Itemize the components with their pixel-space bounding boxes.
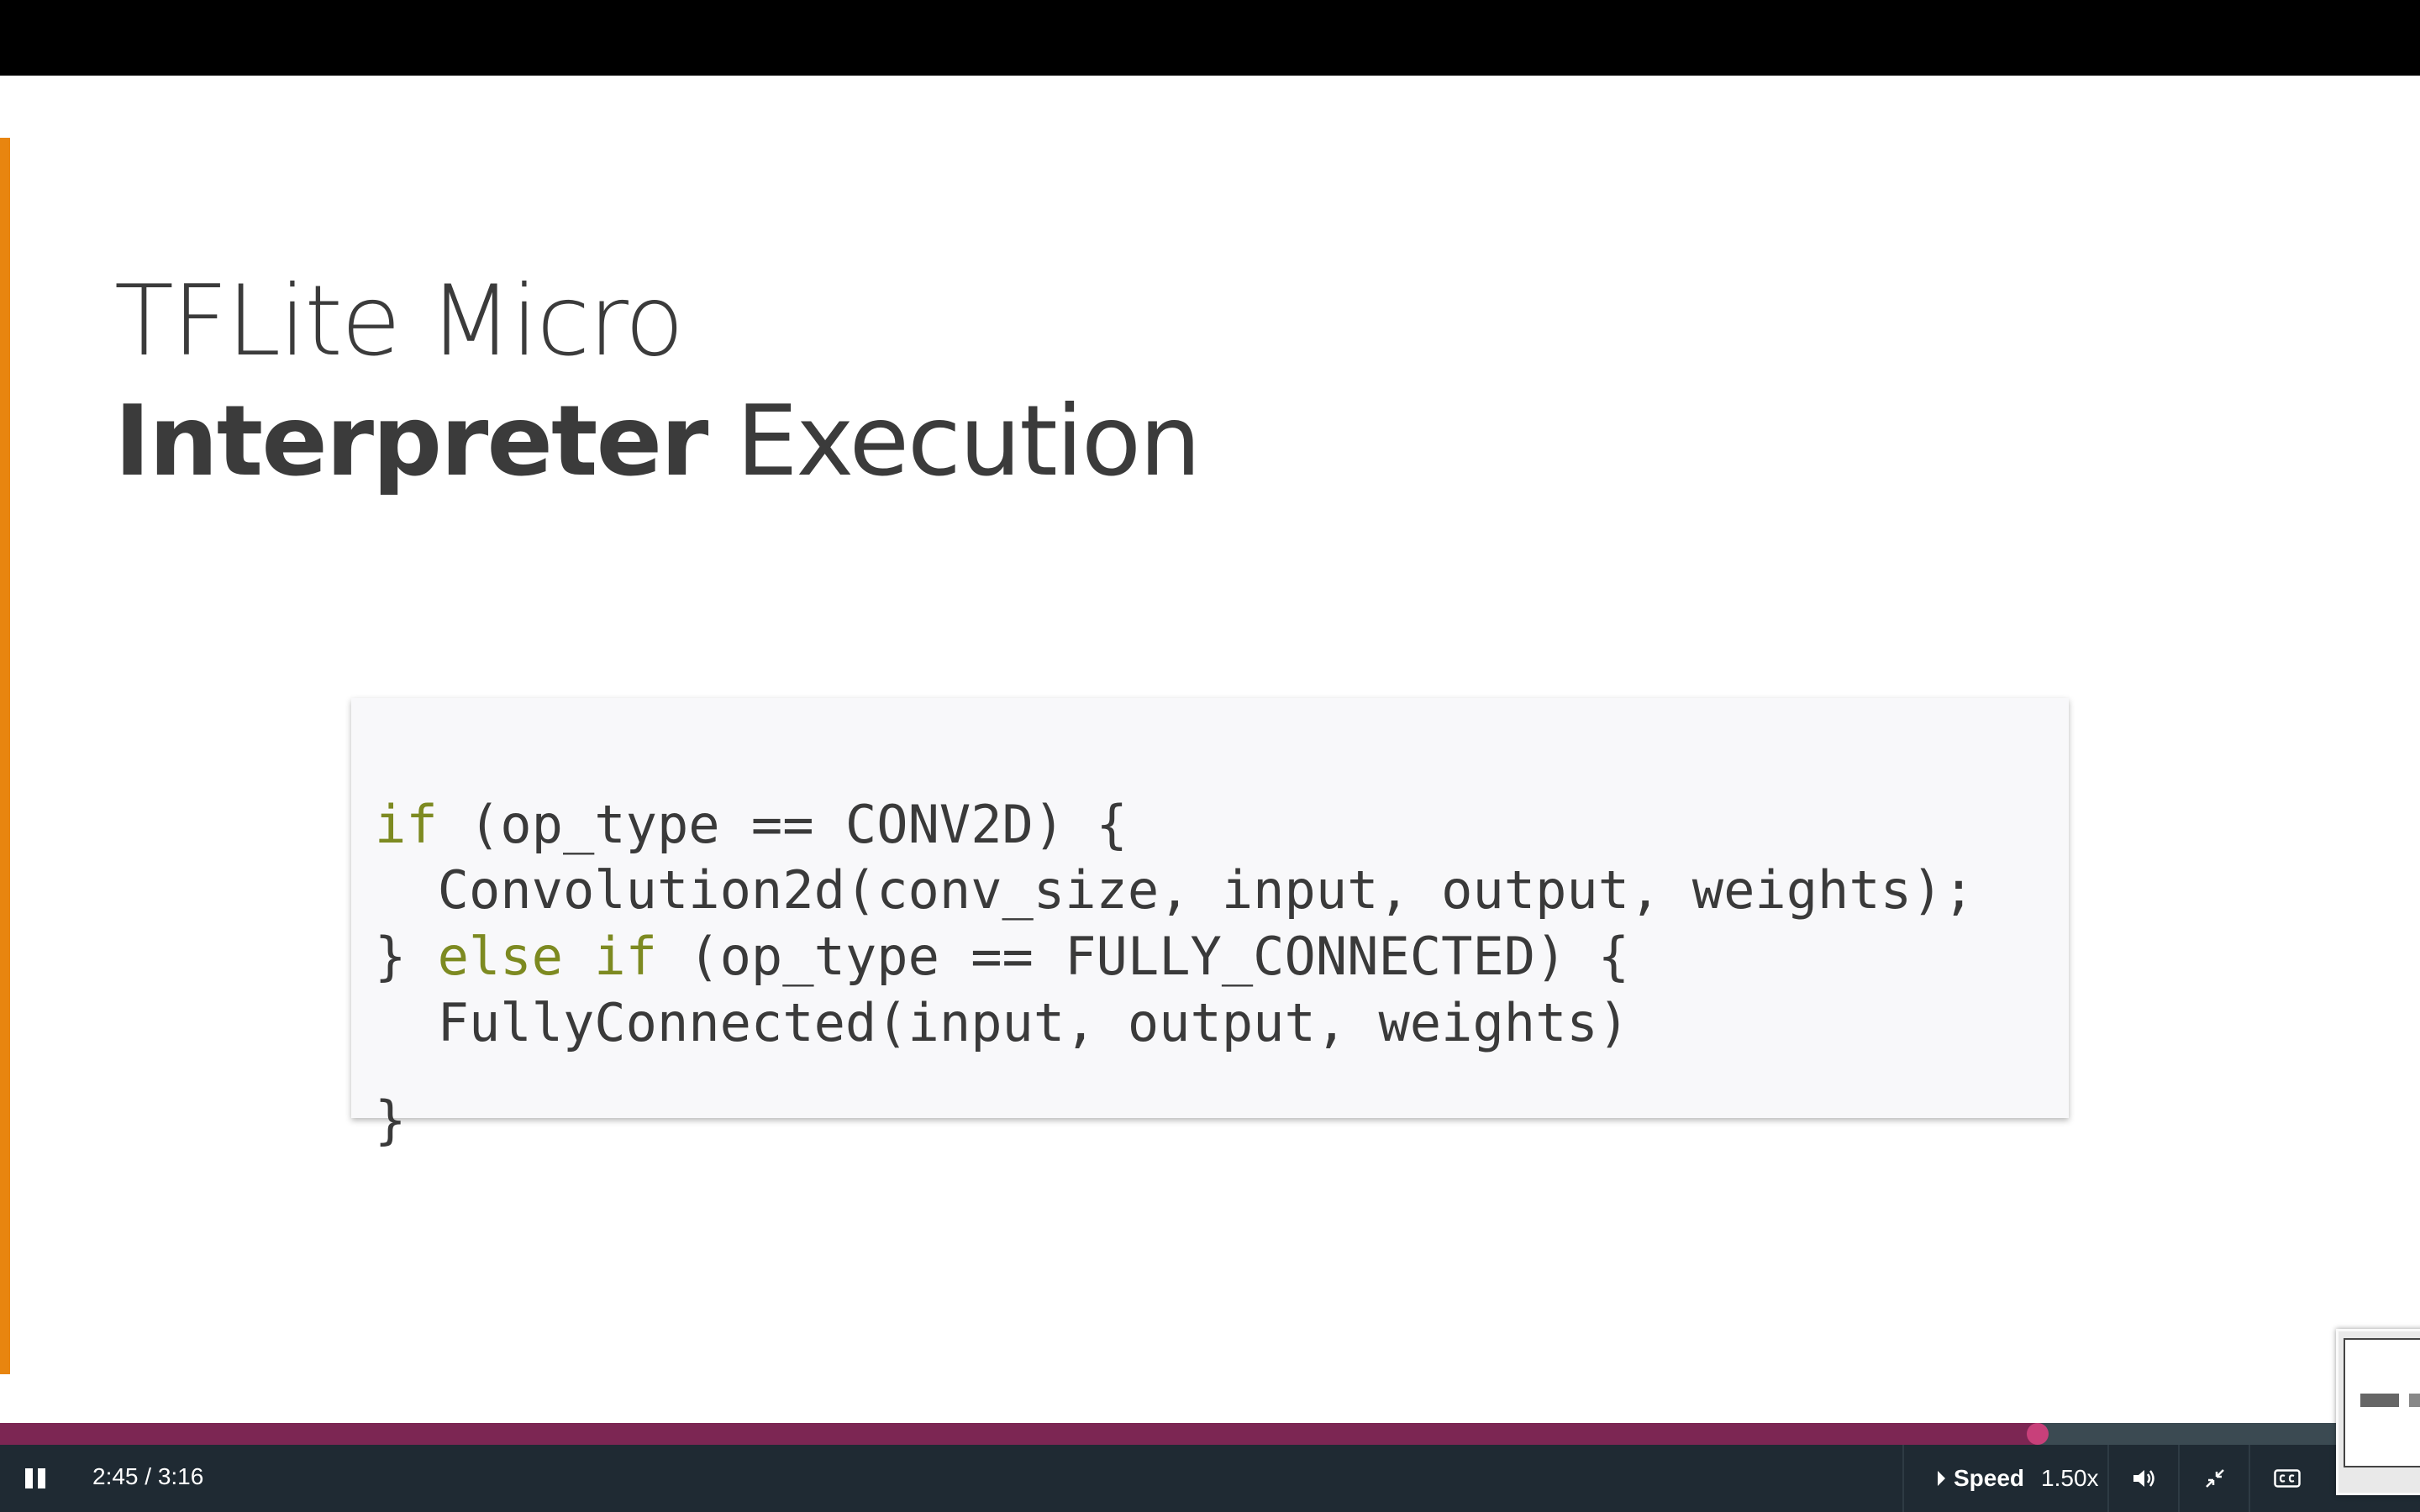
slide: TFLite Micro Interpreter Execution if (o… — [0, 76, 2420, 1423]
slide-title-line-1: TFLite Micro — [114, 265, 684, 378]
captions-button[interactable] — [2249, 1445, 2319, 1512]
pause-icon — [25, 1468, 33, 1488]
slide-accent-bar — [0, 138, 10, 1374]
progress-played — [0, 1423, 2038, 1445]
code-line: } else if (op_type == FULLY_CONNECTED) { — [375, 931, 1629, 983]
progress-bar[interactable] — [0, 1423, 2420, 1445]
pause-button[interactable] — [18, 1462, 52, 1495]
thumbnail-block — [2360, 1394, 2399, 1407]
control-row: 2:45 / 3:16 Speed 1.50x — [0, 1445, 2420, 1512]
speed-button[interactable]: Speed 1.50x — [1902, 1445, 2109, 1512]
code-text: } — [375, 1089, 407, 1151]
slide-thumbnail-preview[interactable] — [2336, 1329, 2420, 1495]
exit-fullscreen-button[interactable] — [2178, 1445, 2250, 1512]
code-keyword: if — [375, 794, 438, 855]
exit-fullscreen-icon — [2206, 1469, 2224, 1488]
pause-icon-bar — [38, 1468, 45, 1488]
caret-right-icon — [1938, 1471, 1945, 1486]
code-line: Convolution2d(conv_size, input, output, … — [375, 864, 1975, 916]
progress-scrubber[interactable] — [2026, 1423, 2049, 1445]
time-display: 2:45 / 3:16 — [92, 1463, 204, 1489]
code-line: } — [375, 1095, 406, 1147]
thumbnail-block — [2409, 1394, 2420, 1407]
thumbnail-screen — [2344, 1338, 2420, 1467]
slide-title-rest: Execution — [707, 385, 1201, 498]
code-line: FullyConnected(input, output, weights) — [375, 997, 1629, 1049]
top-black-bar — [0, 0, 2420, 76]
code-block: if (op_type == CONV2D) { Convolution2d(c… — [351, 698, 2069, 1147]
slide-title-line-2: Interpreter Execution — [114, 393, 1201, 491]
video-controls: 2:45 / 3:16 Speed 1.50x — [0, 1423, 2420, 1512]
code-text: } — [375, 926, 438, 987]
code-text: FullyConnected(input, output, weights) — [375, 992, 1630, 1053]
volume-icon — [2133, 1470, 2154, 1487]
slide-title-bold: Interpreter — [114, 385, 708, 498]
speed-label: Speed — [1954, 1465, 2025, 1491]
code-text: (op_type == FULLY_CONNECTED) { — [656, 926, 1630, 987]
volume-button[interactable] — [2107, 1445, 2180, 1512]
closed-captions-icon — [2274, 1469, 2301, 1488]
speed-value: 1.50x — [2041, 1465, 2099, 1491]
code-text: Convolution2d(conv_size, input, output, … — [375, 859, 1975, 921]
code-keyword: if — [594, 926, 657, 987]
code-text: (op_type == CONV2D) { — [437, 794, 1128, 855]
code-keyword: else — [437, 926, 563, 987]
code-line: if (op_type == CONV2D) { — [375, 799, 1128, 851]
